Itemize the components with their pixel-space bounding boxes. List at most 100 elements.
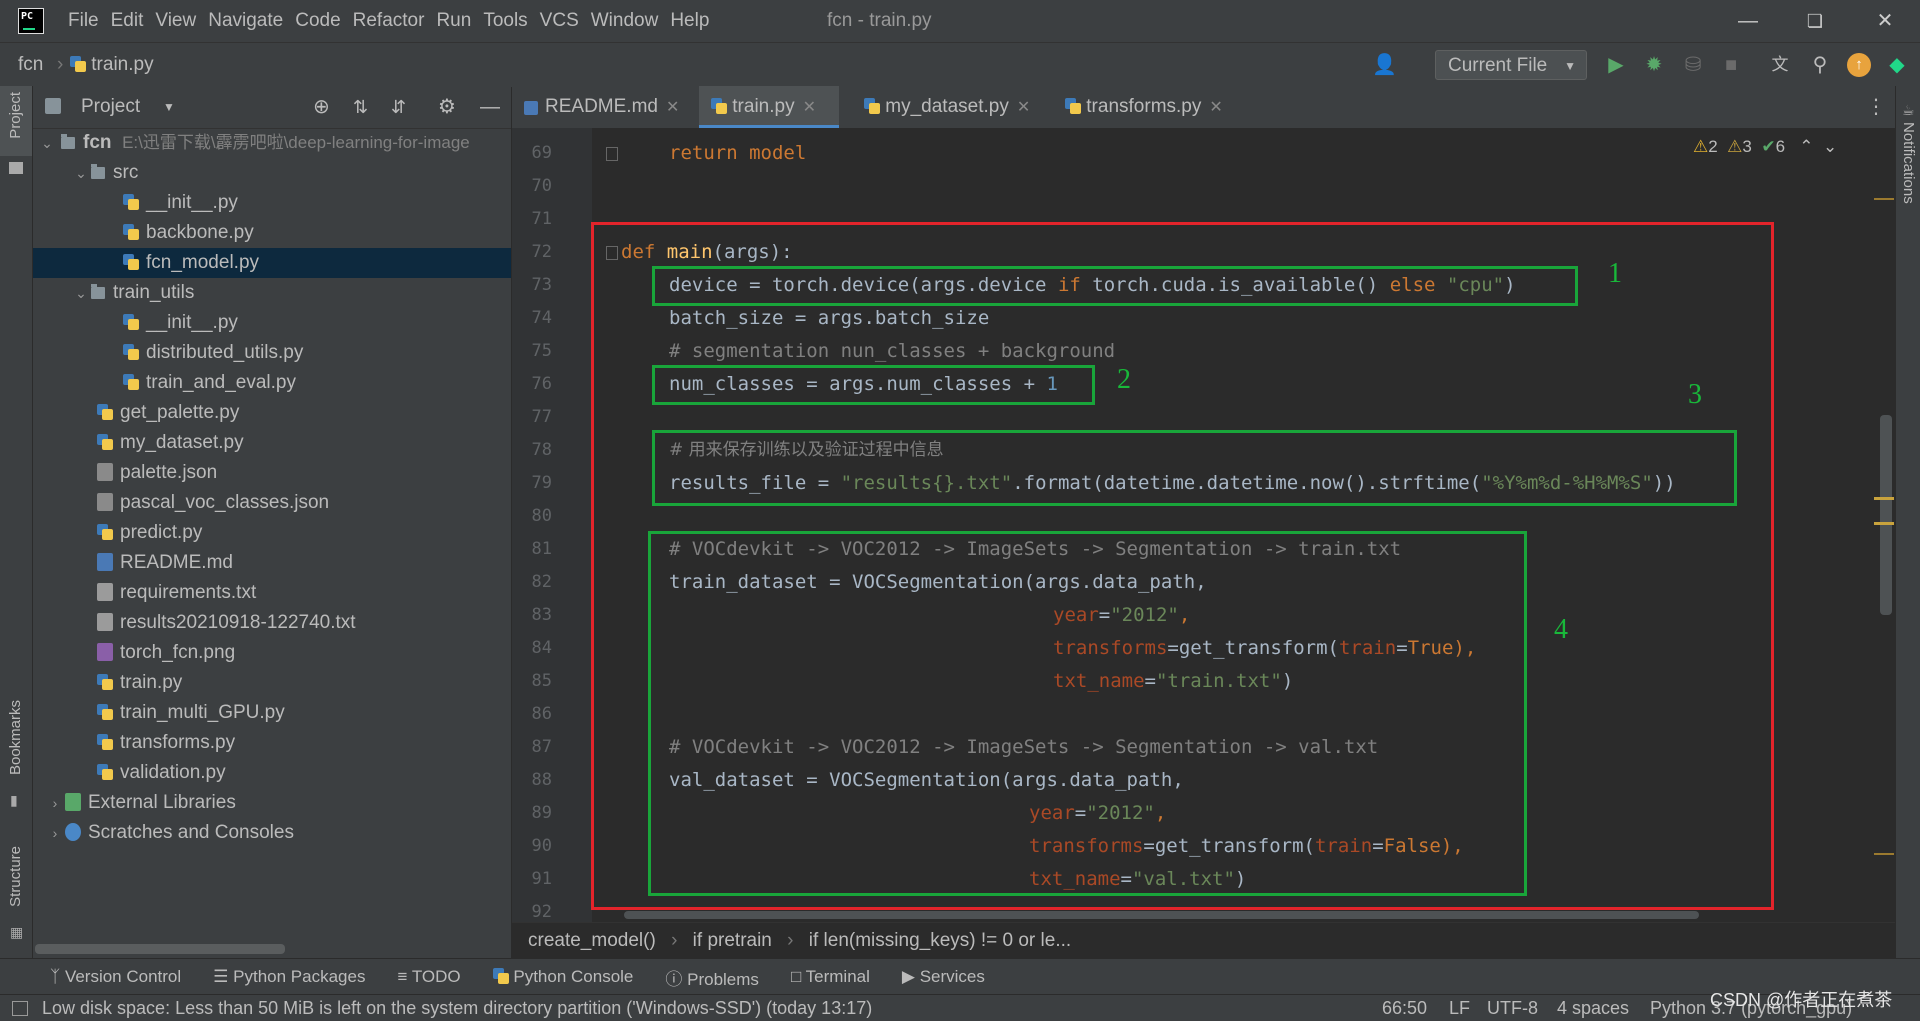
fold-marker-icon[interactable]: [606, 147, 618, 161]
chevron-right-icon[interactable]: ›: [45, 818, 65, 848]
menu-tools[interactable]: Tools: [483, 0, 538, 42]
search-icon[interactable]: ⚲: [1808, 53, 1832, 77]
inspection-widget[interactable]: ⚠2 ⚠3 ✔6 ⌃ ⌄: [1693, 137, 1837, 157]
update-icon[interactable]: ↑: [1847, 53, 1871, 77]
tree-item[interactable]: backbone.py: [33, 218, 511, 248]
nav-file[interactable]: train.py: [70, 43, 154, 87]
more-tabs-icon[interactable]: ⋮: [1866, 86, 1886, 128]
tree-item[interactable]: train.py: [33, 668, 511, 698]
python-packages-button[interactable]: ☰ Python Packages: [213, 967, 365, 987]
version-control-button[interactable]: ᛉ Version Control: [50, 967, 181, 987]
chevron-down-icon[interactable]: ⌄: [71, 158, 91, 188]
collapse-all-icon[interactable]: ⇵: [391, 86, 406, 128]
tree-item[interactable]: ⌄ train_utils: [33, 278, 511, 308]
bookmarks-stripe-button[interactable]: Bookmarks: [7, 700, 24, 775]
expand-all-icon[interactable]: ⇅: [353, 86, 368, 128]
menu-run[interactable]: Run: [436, 0, 482, 42]
chevron-right-icon[interactable]: ›: [45, 788, 65, 818]
chevron-down-icon[interactable]: ⌄: [71, 278, 91, 308]
line-number: 76: [531, 374, 552, 394]
menu-navigate[interactable]: Navigate: [208, 0, 294, 42]
menu-file[interactable]: File: [68, 0, 110, 42]
tree-item[interactable]: fcn_model.py: [33, 248, 511, 278]
tree-item[interactable]: __init__.py: [33, 188, 511, 218]
close-icon[interactable]: ✕: [1855, 0, 1915, 42]
stop-icon[interactable]: ■: [1719, 53, 1743, 77]
tree-item[interactable]: › Scratches and Consoles: [33, 818, 511, 848]
nav-project[interactable]: fcn: [18, 43, 43, 87]
editor-vertical-scrollbar[interactable]: [1874, 128, 1895, 922]
editor-horizontal-scrollbar[interactable]: [624, 911, 1699, 919]
previous-highlight-icon[interactable]: ⌃: [1799, 137, 1813, 156]
tree-item[interactable]: ⌄ src: [33, 158, 511, 188]
restore-icon[interactable]: ❏: [1785, 0, 1845, 42]
run-icon[interactable]: ▶: [1604, 53, 1628, 77]
tree-item[interactable]: train_and_eval.py: [33, 368, 511, 398]
gear-icon[interactable]: ⚙: [438, 86, 456, 128]
menu-code[interactable]: Code: [295, 0, 351, 42]
translate-icon[interactable]: 文: [1768, 53, 1792, 77]
tree-item[interactable]: › External Libraries: [33, 788, 511, 818]
chevron-down-icon[interactable]: ⌄: [37, 128, 57, 158]
menu-window[interactable]: Window: [591, 0, 670, 42]
chevron-down-icon[interactable]: ▼: [163, 86, 175, 128]
terminal-button[interactable]: □ Terminal: [791, 967, 870, 987]
breadcrumb-item[interactable]: if len(missing_keys) != 0 or le...: [809, 930, 1071, 951]
tab-transforms[interactable]: transforms.py ✕: [1053, 86, 1243, 128]
tree-item[interactable]: palette.json: [33, 458, 511, 488]
tree-item[interactable]: results20210918-122740.txt: [33, 608, 511, 638]
next-highlight-icon[interactable]: ⌄: [1823, 137, 1837, 156]
problems-button[interactable]: ⓘ Problems: [665, 965, 759, 990]
tree-item[interactable]: requirements.txt: [33, 578, 511, 608]
tab-my-dataset[interactable]: my_dataset.py ✕: [852, 86, 1042, 128]
tree-item[interactable]: transforms.py: [33, 728, 511, 758]
close-tab-icon[interactable]: ✕: [1209, 99, 1222, 116]
tab-train[interactable]: train.py ✕: [699, 86, 839, 128]
tree-item[interactable]: validation.py: [33, 758, 511, 788]
tab-readme[interactable]: README.md ✕: [512, 86, 698, 128]
tree-root-fcn[interactable]: ⌄ fcn E:\迅雷下载\霹雳吧啦\deep-learning-for-imag…: [33, 128, 511, 158]
tree-item[interactable]: __init__.py: [33, 308, 511, 338]
menu-vcs[interactable]: VCS: [540, 0, 590, 42]
jetbrains-ai-icon[interactable]: ◆: [1885, 53, 1909, 77]
caret-position[interactable]: 66:50: [1382, 995, 1427, 1021]
indent-setting[interactable]: 4 spaces: [1557, 995, 1629, 1021]
close-tab-icon[interactable]: ✕: [1017, 99, 1030, 116]
status-toggle-icon[interactable]: [12, 1001, 28, 1016]
menu-help[interactable]: Help: [670, 0, 720, 42]
tree-item[interactable]: train_multi_GPU.py: [33, 698, 511, 728]
user-icon[interactable]: 👤: [1372, 53, 1397, 77]
run-configuration-select[interactable]: Current File ▼: [1435, 50, 1587, 80]
menu-edit[interactable]: Edit: [111, 0, 155, 42]
status-message[interactable]: Low disk space: Less than 50 MiB is left…: [42, 995, 872, 1021]
todo-button[interactable]: ≡ TODO: [397, 967, 460, 987]
python-console-button[interactable]: Python Console: [492, 967, 633, 987]
tree-item[interactable]: pascal_voc_classes.json: [33, 488, 511, 518]
line-separator[interactable]: LF: [1449, 995, 1470, 1021]
tree-item[interactable]: my_dataset.py: [33, 428, 511, 458]
structure-stripe-button[interactable]: Structure: [7, 846, 24, 907]
minimize-icon[interactable]: —: [1718, 0, 1778, 42]
tree-item[interactable]: README.md: [33, 548, 511, 578]
menu-view[interactable]: View: [155, 0, 207, 42]
project-stripe-button[interactable]: Project: [0, 86, 32, 156]
breadcrumb-item[interactable]: create_model(): [528, 930, 656, 951]
tree-item[interactable]: distributed_utils.py: [33, 338, 511, 368]
locate-icon[interactable]: ⊕: [313, 86, 330, 128]
file-encoding[interactable]: UTF-8: [1487, 995, 1538, 1021]
coverage-icon[interactable]: ⛁: [1681, 53, 1705, 77]
tree-item[interactable]: torch_fcn.png: [33, 638, 511, 668]
hide-panel-icon[interactable]: —: [480, 86, 500, 128]
notifications-stripe-button[interactable]: Notifications: [1900, 122, 1917, 204]
project-panel-title[interactable]: Project: [81, 86, 140, 128]
close-tab-icon[interactable]: ✕: [666, 99, 679, 116]
breadcrumb-item[interactable]: if pretrain: [693, 930, 772, 951]
debug-icon[interactable]: ✹: [1642, 53, 1666, 77]
close-tab-icon[interactable]: ✕: [803, 99, 816, 116]
menu-refactor[interactable]: Refactor: [353, 0, 436, 42]
tree-item[interactable]: get_palette.py: [33, 398, 511, 428]
tree-item[interactable]: predict.py: [33, 518, 511, 548]
scroll-thumb[interactable]: [1880, 415, 1892, 615]
services-button[interactable]: ▶ Services: [902, 967, 985, 987]
project-horizontal-scrollbar[interactable]: [35, 944, 285, 954]
